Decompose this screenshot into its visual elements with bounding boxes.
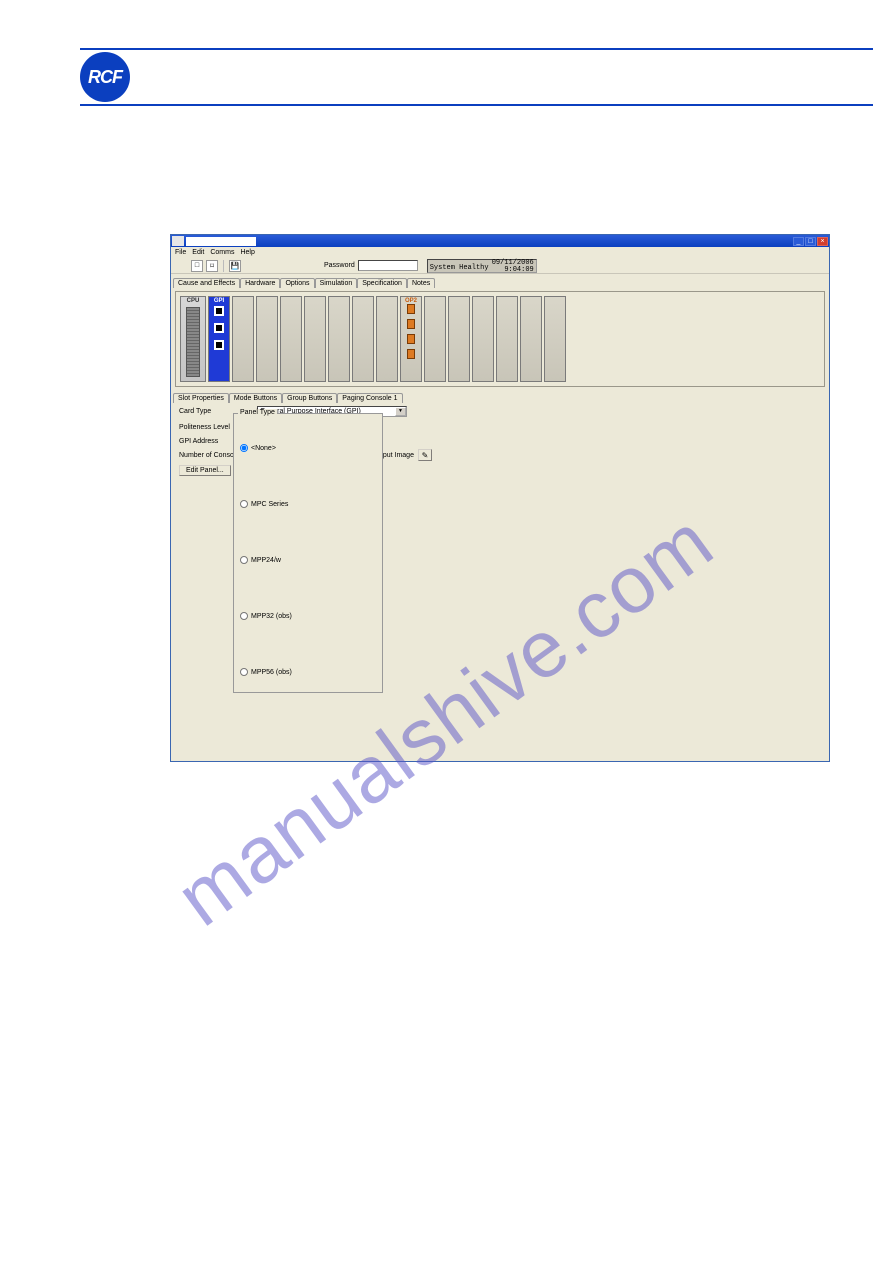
slot-empty[interactable] [256, 296, 278, 382]
password-input[interactable] [358, 260, 418, 271]
menubar: File Edit Comms Help [171, 247, 829, 258]
window-title [186, 237, 256, 246]
toolbar-separator [223, 260, 224, 272]
window-titlebar[interactable]: _ □ × [171, 235, 829, 247]
edit-panel-button[interactable]: Edit Panel... [179, 465, 231, 476]
header-rule-bottom [80, 104, 873, 106]
slot-op2[interactable]: OP2 [400, 296, 422, 382]
tab-hardware[interactable]: Hardware [240, 278, 280, 288]
slot-empty[interactable] [472, 296, 494, 382]
save-icon[interactable]: 💾 [229, 260, 241, 272]
slot-gpi-label: GPI [209, 298, 229, 304]
radio-mpp56-label: MPP56 (obs) [251, 669, 292, 676]
panel-type-legend: Panel Type [238, 409, 277, 416]
radio-mpc[interactable]: MPC Series [234, 500, 288, 508]
slot-empty[interactable] [328, 296, 350, 382]
radio-mpp56[interactable]: MPP56 (obs) [234, 668, 292, 676]
open-file-icon[interactable]: ⌑ [206, 260, 218, 272]
subtab-mode-buttons[interactable]: Mode Buttons [229, 393, 282, 403]
slot-empty[interactable] [424, 296, 446, 382]
pencil-icon: ✎ [422, 451, 429, 460]
slot-empty[interactable] [496, 296, 518, 382]
main-tabs: Cause and Effects Hardware Options Simul… [171, 275, 829, 287]
radio-none-input[interactable] [240, 444, 248, 452]
op2-port-icon [407, 319, 415, 329]
slot-cpu[interactable]: CPU [180, 296, 206, 382]
status-text: System Healthy [430, 265, 489, 272]
sub-tabs: Slot Properties Mode Buttons Group Butto… [171, 391, 829, 403]
radio-mpp56-input[interactable] [240, 668, 248, 676]
tab-notes[interactable]: Notes [407, 278, 435, 288]
slot-empty[interactable] [280, 296, 302, 382]
slot-empty[interactable] [544, 296, 566, 382]
hardware-rack: CPU GPI OP2 [175, 291, 825, 387]
brand-logo: RCF [80, 52, 130, 102]
system-status-box: System Healthy 09/11/2006 9:04:09 [427, 259, 537, 273]
slot-op2-label: OP2 [401, 298, 421, 304]
slot-properties-form: Card Type General Purpose Interface (GPI… [175, 405, 825, 770]
status-time: 9:04:09 [492, 267, 534, 274]
slot-empty[interactable] [232, 296, 254, 382]
application-window: _ □ × File Edit Comms Help □ ⌑ 💾 Passwor… [170, 234, 830, 762]
new-file-icon[interactable]: □ [191, 260, 203, 272]
radio-mpp24-label: MPP24/w [251, 557, 281, 564]
toolbar: □ ⌑ 💾 Password System Healthy 09/11/2006… [171, 258, 829, 274]
op2-port-icon [407, 349, 415, 359]
slot-gpi[interactable]: GPI [208, 296, 230, 382]
panel-type-groupbox: Panel Type <None> MPC Series MPP24/w MPP… [233, 413, 383, 693]
radio-mpp32[interactable]: MPP32 (obs) [234, 612, 292, 620]
password-label: Password [324, 262, 355, 269]
radio-none[interactable]: <None> [234, 444, 276, 452]
menu-file[interactable]: File [175, 249, 186, 256]
menu-edit[interactable]: Edit [192, 249, 204, 256]
slot-empty[interactable] [520, 296, 542, 382]
minimize-button[interactable]: _ [793, 237, 804, 246]
gpi-port-icon [214, 323, 224, 333]
radio-none-label: <None> [251, 445, 276, 452]
cpu-body-icon [186, 307, 200, 377]
radio-mpc-label: MPC Series [251, 501, 288, 508]
radio-mpp32-input[interactable] [240, 612, 248, 620]
radio-mpc-input[interactable] [240, 500, 248, 508]
gpi-port-icon [214, 340, 224, 350]
chevron-down-icon[interactable]: ▼ [395, 407, 406, 416]
slot-empty[interactable] [304, 296, 326, 382]
radio-mpp32-label: MPP32 (obs) [251, 613, 292, 620]
slot-empty[interactable] [448, 296, 470, 382]
tab-specification[interactable]: Specification [357, 278, 407, 288]
slot-cpu-label: CPU [181, 298, 205, 304]
radio-mpp24[interactable]: MPP24/w [234, 556, 281, 564]
brand-logo-text: RCF [88, 67, 122, 88]
header-rule-top [80, 48, 873, 50]
radio-mpp24-input[interactable] [240, 556, 248, 564]
gpi-port-icon [214, 306, 224, 316]
menu-comms[interactable]: Comms [210, 249, 234, 256]
tab-simulation[interactable]: Simulation [315, 278, 358, 288]
op2-port-icon [407, 334, 415, 344]
menu-help[interactable]: Help [240, 249, 254, 256]
subtab-group-buttons[interactable]: Group Buttons [282, 393, 337, 403]
slot-empty[interactable] [376, 296, 398, 382]
maximize-button[interactable]: □ [805, 237, 816, 246]
subtab-slot-properties[interactable]: Slot Properties [173, 393, 229, 403]
app-icon [172, 236, 184, 246]
op2-port-icon [407, 304, 415, 314]
tab-cause-effects[interactable]: Cause and Effects [173, 278, 240, 288]
input-image-button[interactable]: ✎ [418, 449, 432, 461]
slot-empty[interactable] [352, 296, 374, 382]
subtab-paging-console[interactable]: Paging Console 1 [337, 393, 402, 403]
close-button[interactable]: × [817, 237, 828, 246]
tab-options[interactable]: Options [280, 278, 314, 288]
